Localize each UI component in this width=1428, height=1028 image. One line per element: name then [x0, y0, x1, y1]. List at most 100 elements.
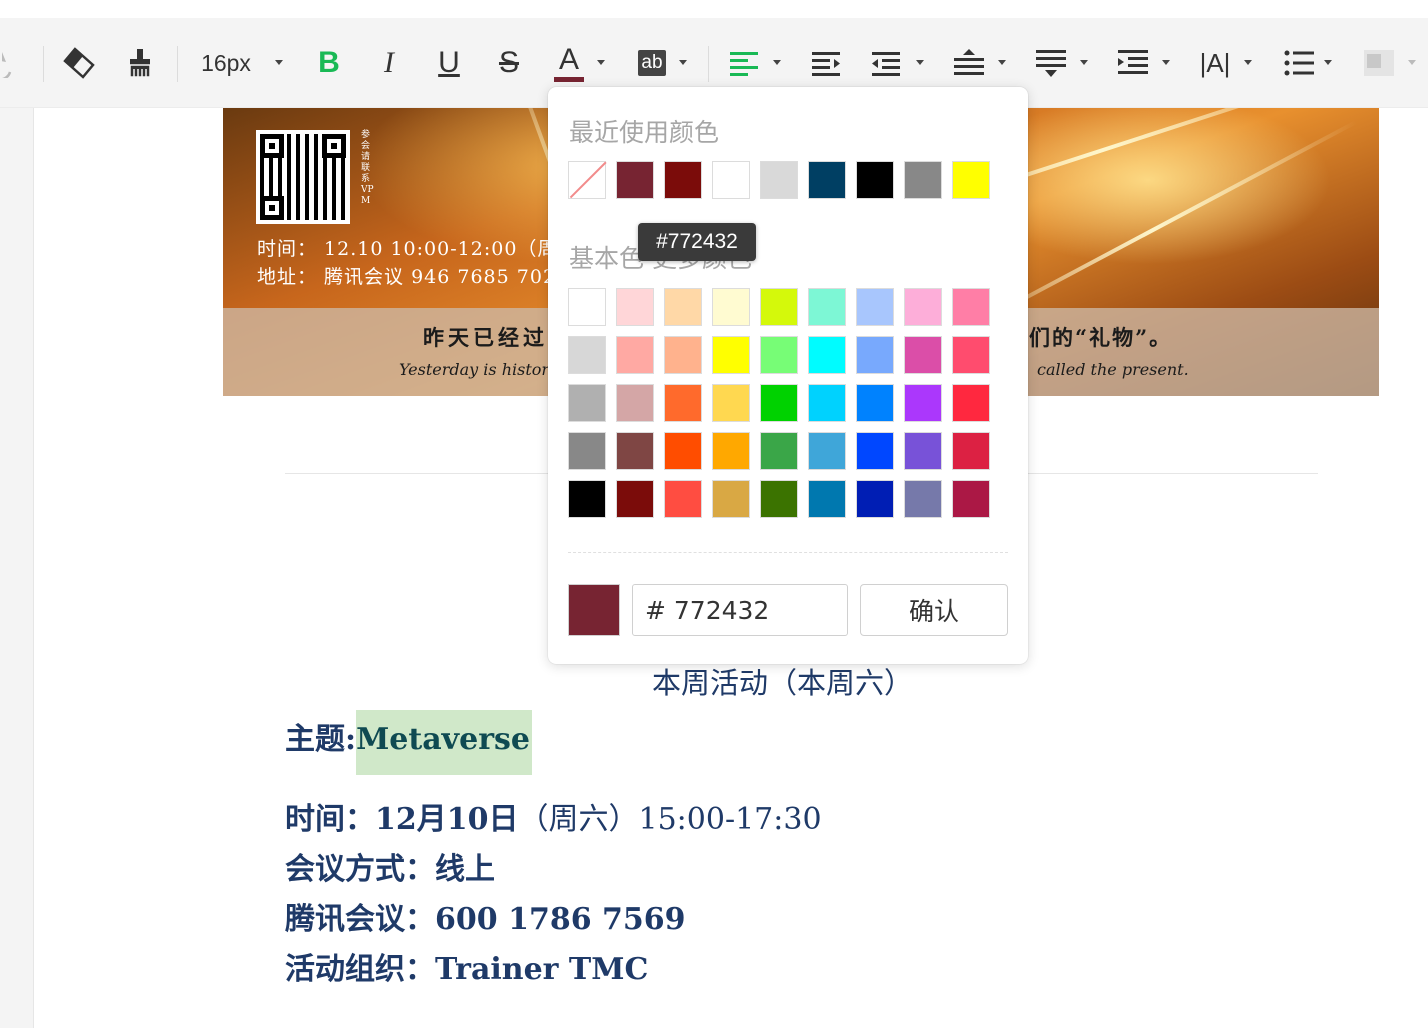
tencent-meeting-id: 600 1786 7569	[435, 902, 686, 937]
basic-color-swatch[interactable]	[952, 480, 990, 518]
basic-color-swatch[interactable]	[712, 432, 750, 470]
basic-color-swatch[interactable]	[952, 336, 990, 374]
line-height-chevron-down-icon[interactable]	[998, 60, 1006, 65]
recent-color-swatch[interactable]	[856, 161, 894, 199]
basic-color-swatch[interactable]	[616, 480, 654, 518]
format-painter-icon[interactable]	[120, 18, 160, 108]
basic-color-swatch[interactable]	[712, 480, 750, 518]
italic-icon[interactable]: I	[372, 18, 406, 108]
topic-line: 主题:Metaverse	[285, 710, 532, 775]
basic-color-swatch[interactable]	[760, 384, 798, 422]
recent-color-swatch[interactable]	[760, 161, 798, 199]
basic-color-swatch[interactable]	[664, 480, 702, 518]
basic-color-swatch[interactable]	[856, 336, 894, 374]
list-indent-icon[interactable]	[1116, 18, 1150, 108]
basic-color-swatch[interactable]	[568, 384, 606, 422]
basic-color-swatch[interactable]	[568, 288, 606, 326]
strikethrough-icon[interactable]: S	[492, 18, 526, 108]
recent-color-swatch[interactable]	[712, 161, 750, 199]
meeting-method-label: 会议方式：线上	[285, 852, 495, 887]
text-direction-chevron-down-icon[interactable]	[1244, 60, 1252, 65]
basic-color-swatch[interactable]	[904, 288, 942, 326]
banner-quote-cn-left: 昨天已经过	[423, 325, 548, 350]
picker-divider	[568, 552, 1008, 553]
toolbar-separator	[708, 46, 709, 82]
basic-color-swatch[interactable]	[904, 432, 942, 470]
tencent-meeting-line: 腾讯会议：600 1786 7569	[285, 894, 686, 938]
hex-color-input[interactable]	[632, 584, 848, 636]
paragraph-spacing-icon[interactable]	[1034, 18, 1068, 108]
font-size-chevron-down-icon[interactable]	[275, 60, 283, 65]
highlight-color-chevron-down-icon[interactable]	[679, 60, 687, 65]
topic-value-highlighted[interactable]: Metaverse	[356, 710, 532, 775]
bullet-list-icon[interactable]	[1282, 18, 1316, 108]
basic-color-swatch[interactable]	[664, 288, 702, 326]
toolbar-separator	[43, 46, 44, 82]
meeting-method-line: 会议方式：线上	[285, 844, 495, 888]
basic-color-swatch[interactable]	[856, 480, 894, 518]
basic-color-swatch[interactable]	[904, 336, 942, 374]
basic-color-swatch[interactable]	[952, 288, 990, 326]
basic-color-swatch[interactable]	[856, 432, 894, 470]
paragraph-spacing-chevron-down-icon[interactable]	[1080, 60, 1088, 65]
font-color-chevron-down-icon[interactable]	[597, 60, 605, 65]
recent-color-swatch[interactable]	[664, 161, 702, 199]
banner-quote-en-left: Yesterday is history,	[399, 360, 562, 379]
basic-color-swatch[interactable]	[664, 384, 702, 422]
basic-color-swatch[interactable]	[904, 480, 942, 518]
banner-time-line: 时间： 12.10 10:00-12:00（周	[257, 238, 558, 260]
basic-color-swatch[interactable]	[808, 480, 846, 518]
basic-color-swatch[interactable]	[904, 384, 942, 422]
basic-color-swatch[interactable]	[616, 336, 654, 374]
basic-color-swatch[interactable]	[568, 432, 606, 470]
recent-color-swatch[interactable]	[808, 161, 846, 199]
basic-color-swatch[interactable]	[664, 432, 702, 470]
recent-color-swatch[interactable]	[904, 161, 942, 199]
basic-color-swatch[interactable]	[952, 432, 990, 470]
time-label: 时间：12月10日	[285, 802, 519, 837]
basic-color-swatch[interactable]	[712, 384, 750, 422]
basic-color-swatch[interactable]	[616, 288, 654, 326]
table-chevron-down-icon[interactable]	[1408, 60, 1416, 65]
basic-color-swatch[interactable]	[760, 336, 798, 374]
weekly-activity-title: 本周活动（本周六）	[652, 666, 914, 700]
basic-color-swatch[interactable]	[664, 336, 702, 374]
list-indent-chevron-down-icon[interactable]	[1162, 60, 1170, 65]
basic-color-swatch[interactable]	[616, 432, 654, 470]
basic-color-swatch[interactable]	[952, 384, 990, 422]
bullet-list-chevron-down-icon[interactable]	[1324, 60, 1332, 65]
basic-color-swatch[interactable]	[760, 480, 798, 518]
banner-vertical-text: 参会请联系VPM	[361, 130, 374, 206]
outdent-chevron-down-icon[interactable]	[916, 60, 924, 65]
basic-color-swatch[interactable]	[808, 336, 846, 374]
basic-color-swatch[interactable]	[568, 336, 606, 374]
recent-color-swatch[interactable]	[616, 161, 654, 199]
confirm-button[interactable]: 确认	[860, 584, 1008, 636]
basic-color-swatch[interactable]	[760, 432, 798, 470]
basic-color-swatch[interactable]	[760, 288, 798, 326]
basic-color-swatch[interactable]	[712, 336, 750, 374]
basic-color-swatch[interactable]	[808, 432, 846, 470]
table-icon[interactable]	[1362, 18, 1396, 108]
bold-icon[interactable]: B	[312, 18, 346, 108]
text-direction-icon[interactable]: |A|	[1198, 18, 1232, 108]
basic-color-swatch[interactable]	[712, 288, 750, 326]
basic-color-swatch[interactable]	[568, 480, 606, 518]
current-color-preview	[568, 584, 620, 636]
basic-color-swatch[interactable]	[856, 384, 894, 422]
qr-code-image	[256, 130, 350, 224]
organizer-label: 活动组织：	[285, 952, 435, 987]
font-size-select[interactable]: 16px	[192, 18, 260, 108]
time-value: （周六）15:00-17:30	[518, 802, 822, 837]
align-chevron-down-icon[interactable]	[773, 60, 781, 65]
basic-color-swatch[interactable]	[808, 288, 846, 326]
recent-colors-title: 最近使用颜色	[569, 118, 720, 147]
recent-color-swatch[interactable]	[952, 161, 990, 199]
eraser-icon[interactable]	[58, 18, 100, 108]
underline-icon[interactable]: U	[432, 18, 466, 108]
basic-color-swatch[interactable]	[616, 384, 654, 422]
no-color-swatch[interactable]	[568, 161, 606, 199]
basic-color-swatch[interactable]	[808, 384, 846, 422]
redo-icon[interactable]	[0, 18, 30, 108]
basic-color-swatch[interactable]	[856, 288, 894, 326]
